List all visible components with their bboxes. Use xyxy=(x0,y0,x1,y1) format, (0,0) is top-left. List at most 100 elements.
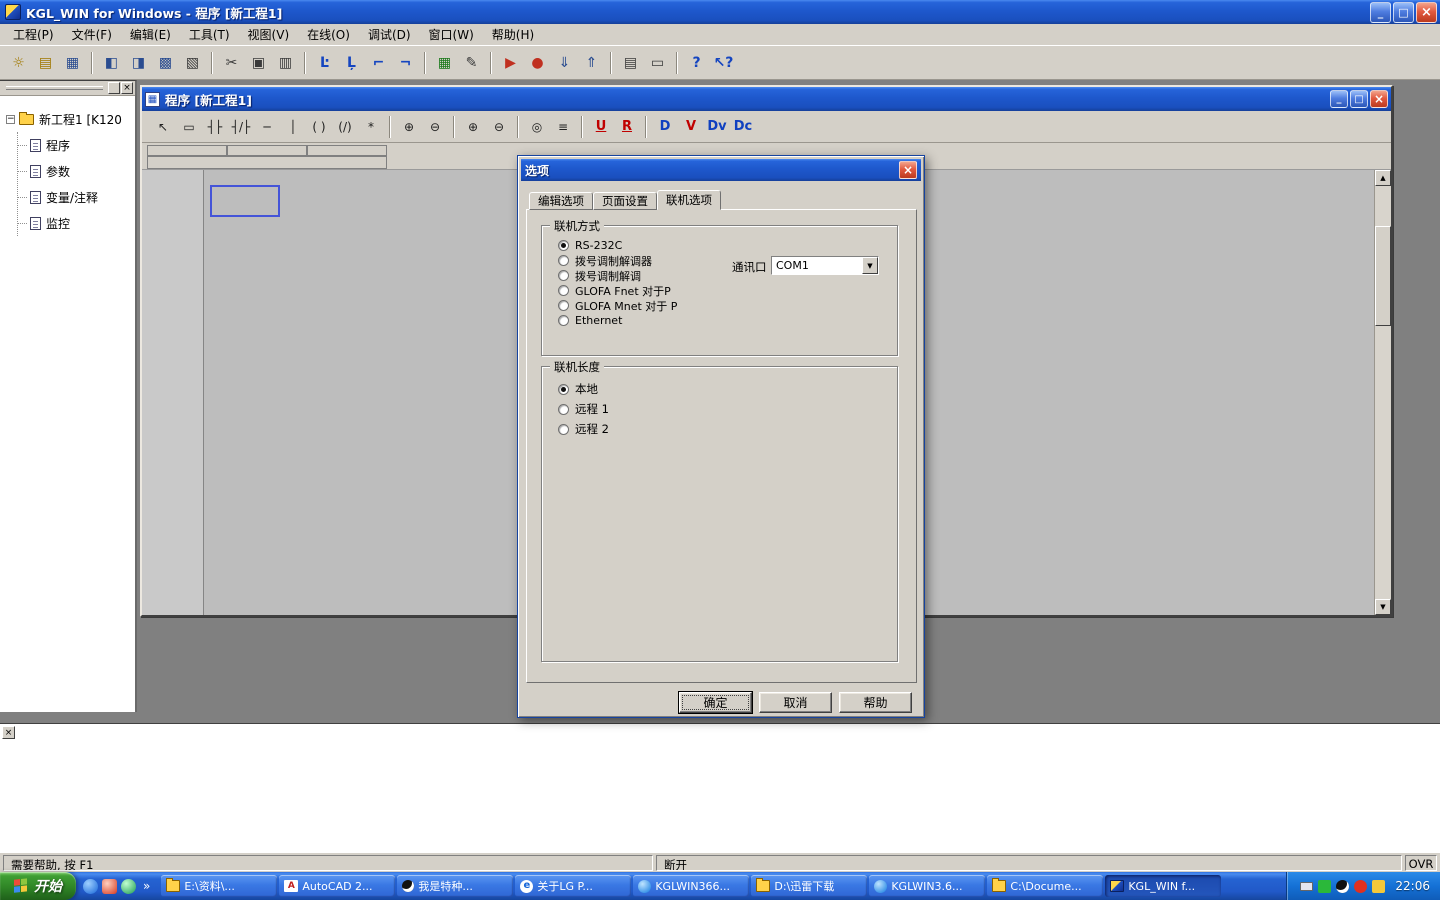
tab-edit-options[interactable]: 编辑选项 xyxy=(529,192,593,210)
scrollbar-thumb[interactable] xyxy=(1375,226,1391,326)
copy-icon[interactable]: ▣ xyxy=(246,50,271,75)
tree-expander-icon[interactable]: − xyxy=(6,115,15,124)
radio-ethernet[interactable]: Ethernet xyxy=(558,313,677,328)
restore-button[interactable]: □ xyxy=(1393,2,1414,23)
dialog-close-button[interactable]: × xyxy=(899,161,917,179)
radio-local[interactable]: 本地 xyxy=(558,379,609,399)
menu-window[interactable]: 窗口(W) xyxy=(420,24,483,45)
save-project-icon[interactable]: ▦ xyxy=(60,50,85,75)
radio-glofa-fnet[interactable]: GLOFA Fnet 对于P xyxy=(558,283,677,298)
media-quicklaunch-icon[interactable] xyxy=(102,879,117,894)
program-restore-button[interactable]: □ xyxy=(1350,90,1368,108)
dc-instruction-icon[interactable]: Dc xyxy=(731,115,755,139)
help-icon[interactable]: ? xyxy=(684,50,709,75)
vline-tool-icon[interactable]: │ xyxy=(281,115,305,139)
network-icon[interactable] xyxy=(1318,880,1331,893)
task-documents-folder[interactable]: C:\Docume... xyxy=(987,875,1103,897)
hline-tool-icon[interactable]: ─ xyxy=(255,115,279,139)
program-close-button[interactable]: × xyxy=(1370,90,1388,108)
contact-nc-icon[interactable]: ┤/├ xyxy=(229,115,253,139)
dialog-titlebar[interactable]: 选项 × xyxy=(521,159,921,181)
zoom-out-page-icon[interactable]: ⊖ xyxy=(487,115,511,139)
task-qq-chat[interactable]: 我是特种... xyxy=(397,875,513,897)
menu-online[interactable]: 在线(O) xyxy=(298,24,359,45)
menu-tools[interactable]: 工具(T) xyxy=(180,24,239,45)
output-close-button[interactable]: × xyxy=(2,726,15,739)
menu-help[interactable]: 帮助(H) xyxy=(483,24,543,45)
d-instruction-icon[interactable]: D xyxy=(653,115,677,139)
dock-grip[interactable] xyxy=(6,86,103,90)
titlebar[interactable]: KGL_WIN for Windows - 程序 [新工程1] _ □ × xyxy=(0,0,1440,24)
dropdown-arrow-icon[interactable]: ▼ xyxy=(862,257,878,274)
ie-quicklaunch-icon[interactable] xyxy=(83,879,98,894)
plc-read-icon[interactable]: ⇓ xyxy=(552,50,577,75)
cancel-button[interactable]: 取消 xyxy=(759,692,832,713)
monitor-start-icon[interactable]: ▦ xyxy=(432,50,457,75)
find-icon[interactable]: ◎ xyxy=(525,115,549,139)
edit-mode-icon[interactable]: ✎ xyxy=(459,50,484,75)
zoom-out-icon[interactable]: ⊖ xyxy=(423,115,447,139)
radio-remote-2[interactable]: 远程 2 xyxy=(558,419,609,439)
tree-root[interactable]: − 新工程1 [K120 xyxy=(6,106,133,132)
select-tool-icon[interactable]: ↖ xyxy=(151,115,175,139)
v-instruction-icon[interactable]: V xyxy=(679,115,703,139)
coil-not-icon[interactable]: (/) xyxy=(333,115,357,139)
dv-instruction-icon[interactable]: Dv xyxy=(705,115,729,139)
start-button[interactable]: 开始 xyxy=(0,872,76,900)
security-icon[interactable] xyxy=(1354,880,1367,893)
task-kglwin36-download[interactable]: KGLWIN3.6... xyxy=(869,875,985,897)
open-project-icon[interactable]: ▤ xyxy=(33,50,58,75)
tab-page-setup[interactable]: 页面设置 xyxy=(593,192,657,210)
close-button[interactable]: × xyxy=(1416,2,1437,23)
radio-remote-1[interactable]: 远程 1 xyxy=(558,399,609,419)
save-all-icon[interactable]: ▩ xyxy=(153,50,178,75)
set-coil-icon[interactable]: U xyxy=(589,115,613,139)
delete-rung-icon[interactable]: ¬ xyxy=(393,50,418,75)
qq-tray-icon[interactable] xyxy=(1336,880,1349,893)
ladder-view-icon[interactable]: Ŀ xyxy=(312,50,337,75)
scroll-up-icon[interactable]: ▲ xyxy=(1375,170,1391,186)
new-project-icon[interactable]: ☼ xyxy=(6,50,31,75)
tree-item-program[interactable]: 程序 xyxy=(18,132,133,158)
radio-rs232c[interactable]: RS-232C xyxy=(558,238,677,253)
cut-icon[interactable]: ✂ xyxy=(219,50,244,75)
tree-item-parameter[interactable]: 参数 xyxy=(18,158,133,184)
minimize-button[interactable]: _ xyxy=(1370,2,1391,23)
task-explorer-e-drive[interactable]: E:\资料\... xyxy=(161,875,277,897)
run-mode-icon[interactable]: ▶ xyxy=(498,50,523,75)
tree-item-variable-comment[interactable]: 变量/注释 xyxy=(18,184,133,210)
tray-clock[interactable]: 22:06 xyxy=(1395,879,1430,893)
desktop-quicklaunch-icon[interactable] xyxy=(121,879,136,894)
menu-file[interactable]: 文件(F) xyxy=(63,24,121,45)
plc-write-icon[interactable]: ⇑ xyxy=(579,50,604,75)
insert-rung-icon[interactable]: ⌐ xyxy=(366,50,391,75)
print-icon[interactable]: ▧ xyxy=(180,50,205,75)
radio-leased-modem[interactable]: 拨号调制解调 xyxy=(558,268,677,283)
task-autocad[interactable]: AutoCAD 2... xyxy=(279,875,395,897)
ladder-selection-cursor[interactable] xyxy=(210,185,280,217)
mnemonic-view-icon[interactable]: Ļ xyxy=(339,50,364,75)
menu-edit[interactable]: 编辑(E) xyxy=(121,24,180,45)
special-tool-icon[interactable]: * xyxy=(359,115,383,139)
radio-glofa-mnet[interactable]: GLOFA Mnet 对于 P xyxy=(558,298,677,313)
print-program-icon[interactable]: ▤ xyxy=(618,50,643,75)
zoom-in-icon[interactable]: ⊕ xyxy=(397,115,421,139)
reset-coil-icon[interactable]: R xyxy=(615,115,639,139)
open-window-icon[interactable]: ◨ xyxy=(126,50,151,75)
program-window-titlebar[interactable]: ▦ 程序 [新工程1] _ □ × xyxy=(142,87,1391,111)
coil-tool-icon[interactable]: ( ) xyxy=(307,115,331,139)
stop-mode-icon[interactable]: ● xyxy=(525,50,550,75)
contact-no-icon[interactable]: ┤├ xyxy=(203,115,227,139)
input-method-icon[interactable] xyxy=(1300,882,1313,891)
menu-project[interactable]: 工程(P) xyxy=(4,24,63,45)
menu-view[interactable]: 视图(V) xyxy=(239,24,299,45)
new-window-icon[interactable]: ◧ xyxy=(99,50,124,75)
zoom-in-page-icon[interactable]: ⊕ xyxy=(461,115,485,139)
tree-close-button[interactable]: × xyxy=(121,82,133,94)
task-browser-lg[interactable]: 关于LG P... xyxy=(515,875,631,897)
vertical-scrollbar[interactable]: ▲ ▼ xyxy=(1374,170,1391,615)
tab-connection-options[interactable]: 联机选项 xyxy=(657,190,721,210)
task-kglwin-active[interactable]: KGL_WIN f... xyxy=(1105,875,1221,897)
quicklaunch-overflow-icon[interactable]: » xyxy=(140,879,153,893)
radio-dialup-modem[interactable]: 拨号调制解调器 xyxy=(558,253,677,268)
